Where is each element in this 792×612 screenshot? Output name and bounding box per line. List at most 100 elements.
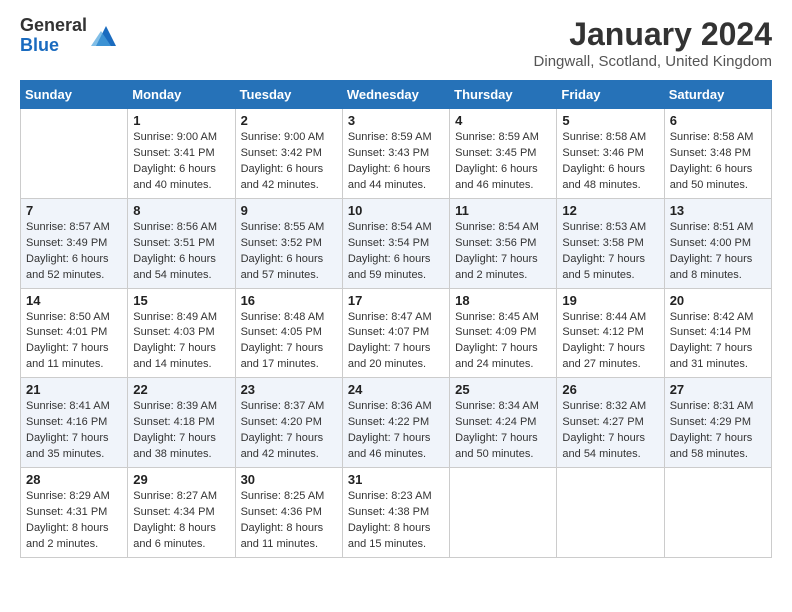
day-number: 28 [26, 472, 122, 487]
calendar-day-cell: 13 Sunrise: 8:51 AMSunset: 4:00 PMDayligh… [664, 198, 771, 288]
title-block: January 2024 Dingwall, Scotland, United … [534, 16, 772, 70]
day-info: Sunrise: 8:56 AMSunset: 3:51 PMDaylight:… [133, 220, 229, 284]
calendar-day-cell [21, 109, 128, 199]
day-number: 16 [241, 293, 337, 308]
day-number: 6 [670, 113, 766, 128]
day-number: 9 [241, 203, 337, 218]
calendar-day-cell: 1Sunrise: 9:00 AMSunset: 3:41 PMDaylight… [128, 109, 235, 199]
calendar-day-cell: 10 Sunrise: 8:54 AMSunset: 3:54 PMDayligh… [342, 198, 449, 288]
day-number: 8 [133, 203, 229, 218]
day-number: 17 [348, 293, 444, 308]
day-number: 19 [562, 293, 658, 308]
calendar-day-cell: 2 Sunrise: 9:00 AMSunset: 3:42 PMDaylight… [235, 109, 342, 199]
day-number: 13 [670, 203, 766, 218]
day-number: 20 [670, 293, 766, 308]
calendar-day-cell: 28 Sunrise: 8:29 AMSunset: 4:31 PMDayligh… [21, 468, 128, 558]
day-info: Sunrise: 8:51 AMSunset: 4:00 PMDaylight:… [670, 220, 766, 284]
day-number: 1 [133, 113, 229, 128]
day-number: 30 [241, 472, 337, 487]
day-number: 21 [26, 382, 122, 397]
calendar-day-cell: 5 Sunrise: 8:58 AMSunset: 3:46 PMDaylight… [557, 109, 664, 199]
day-info: Sunrise: 8:47 AMSunset: 4:07 PMDaylight:… [348, 310, 444, 374]
calendar-day-cell: 4Sunrise: 8:59 AMSunset: 3:45 PMDaylight… [450, 109, 557, 199]
calendar-day-cell [557, 468, 664, 558]
day-number: 23 [241, 382, 337, 397]
day-number: 31 [348, 472, 444, 487]
calendar-week-row: 7 Sunrise: 8:57 AMSunset: 3:49 PMDaylight… [21, 198, 772, 288]
calendar-day-cell: 17 Sunrise: 8:47 AMSunset: 4:07 PMDayligh… [342, 288, 449, 378]
calendar-week-row: 1Sunrise: 9:00 AMSunset: 3:41 PMDaylight… [21, 109, 772, 199]
calendar-day-cell: 20 Sunrise: 8:42 AMSunset: 4:14 PMDayligh… [664, 288, 771, 378]
calendar-day-cell: 18 Sunrise: 8:45 AMSunset: 4:09 PMDayligh… [450, 288, 557, 378]
calendar-week-row: 28 Sunrise: 8:29 AMSunset: 4:31 PMDayligh… [21, 468, 772, 558]
day-info: Sunrise: 8:41 AMSunset: 4:16 PMDaylight:… [26, 399, 122, 463]
day-info: Sunrise: 9:00 AMSunset: 3:42 PMDaylight:… [241, 130, 337, 194]
day-info: Sunrise: 8:32 AMSunset: 4:27 PMDaylight:… [562, 399, 658, 463]
day-info: Sunrise: 8:27 AMSunset: 4:34 PMDaylight:… [133, 489, 229, 553]
weekday-header-row: SundayMondayTuesdayWednesdayThursdayFrid… [21, 81, 772, 109]
weekday-header-tuesday: Tuesday [235, 81, 342, 109]
month-title: January 2024 [534, 16, 772, 53]
day-info: Sunrise: 8:54 AMSunset: 3:54 PMDaylight:… [348, 220, 444, 284]
day-info: Sunrise: 8:55 AMSunset: 3:52 PMDaylight:… [241, 220, 337, 284]
calendar-day-cell: 11 Sunrise: 8:54 AMSunset: 3:56 PMDayligh… [450, 198, 557, 288]
logo-general-text: General [20, 15, 87, 35]
day-number: 14 [26, 293, 122, 308]
calendar-table: SundayMondayTuesdayWednesdayThursdayFrid… [20, 80, 772, 558]
day-info: Sunrise: 8:57 AMSunset: 3:49 PMDaylight:… [26, 220, 122, 284]
calendar-day-cell [664, 468, 771, 558]
calendar-day-cell: 14 Sunrise: 8:50 AMSunset: 4:01 PMDayligh… [21, 288, 128, 378]
weekday-header-friday: Friday [557, 81, 664, 109]
day-info: Sunrise: 8:48 AMSunset: 4:05 PMDaylight:… [241, 310, 337, 374]
day-number: 27 [670, 382, 766, 397]
day-info: Sunrise: 8:29 AMSunset: 4:31 PMDaylight:… [26, 489, 122, 553]
day-info: Sunrise: 8:54 AMSunset: 3:56 PMDaylight:… [455, 220, 551, 284]
day-number: 10 [348, 203, 444, 218]
day-number: 15 [133, 293, 229, 308]
day-number: 11 [455, 203, 551, 218]
day-info: Sunrise: 8:58 AMSunset: 3:48 PMDaylight:… [670, 130, 766, 194]
day-info: Sunrise: 8:49 AMSunset: 4:03 PMDaylight:… [133, 310, 229, 374]
weekday-header-saturday: Saturday [664, 81, 771, 109]
day-info: Sunrise: 8:34 AMSunset: 4:24 PMDaylight:… [455, 399, 551, 463]
calendar-day-cell: 3Sunrise: 8:59 AMSunset: 3:43 PMDaylight… [342, 109, 449, 199]
day-number: 24 [348, 382, 444, 397]
calendar-day-cell: 8 Sunrise: 8:56 AMSunset: 3:51 PMDaylight… [128, 198, 235, 288]
day-info: Sunrise: 8:31 AMSunset: 4:29 PMDaylight:… [670, 399, 766, 463]
day-number: 4 [455, 113, 551, 128]
day-number: 7 [26, 203, 122, 218]
day-number: 18 [455, 293, 551, 308]
weekday-header-wednesday: Wednesday [342, 81, 449, 109]
day-info: Sunrise: 8:36 AMSunset: 4:22 PMDaylight:… [348, 399, 444, 463]
logo-blue-text: Blue [20, 35, 59, 55]
day-info: Sunrise: 8:50 AMSunset: 4:01 PMDaylight:… [26, 310, 122, 374]
weekday-header-thursday: Thursday [450, 81, 557, 109]
day-number: 5 [562, 113, 658, 128]
calendar-day-cell: 23 Sunrise: 8:37 AMSunset: 4:20 PMDayligh… [235, 378, 342, 468]
day-info: Sunrise: 8:37 AMSunset: 4:20 PMDaylight:… [241, 399, 337, 463]
calendar-day-cell: 26Sunrise: 8:32 AMSunset: 4:27 PMDayligh… [557, 378, 664, 468]
day-info: Sunrise: 8:39 AMSunset: 4:18 PMDaylight:… [133, 399, 229, 463]
calendar-day-cell: 6 Sunrise: 8:58 AMSunset: 3:48 PMDaylight… [664, 109, 771, 199]
day-number: 3 [348, 113, 444, 128]
day-number: 25 [455, 382, 551, 397]
day-info: Sunrise: 8:23 AMSunset: 4:38 PMDaylight:… [348, 489, 444, 553]
calendar-day-cell: 24 Sunrise: 8:36 AMSunset: 4:22 PMDayligh… [342, 378, 449, 468]
location: Dingwall, Scotland, United Kingdom [534, 53, 772, 70]
day-info: Sunrise: 8:58 AMSunset: 3:46 PMDaylight:… [562, 130, 658, 194]
calendar-day-cell [450, 468, 557, 558]
calendar-day-cell: 16 Sunrise: 8:48 AMSunset: 4:05 PMDayligh… [235, 288, 342, 378]
page-header: General Blue January 2024 Dingwall, Scot… [20, 16, 772, 70]
weekday-header-sunday: Sunday [21, 81, 128, 109]
calendar-day-cell: 7 Sunrise: 8:57 AMSunset: 3:49 PMDaylight… [21, 198, 128, 288]
calendar-day-cell: 25 Sunrise: 8:34 AMSunset: 4:24 PMDayligh… [450, 378, 557, 468]
calendar-day-cell: 31 Sunrise: 8:23 AMSunset: 4:38 PMDayligh… [342, 468, 449, 558]
calendar-day-cell: 30Sunrise: 8:25 AMSunset: 4:36 PMDayligh… [235, 468, 342, 558]
logo: General Blue [20, 16, 121, 56]
calendar-day-cell: 21 Sunrise: 8:41 AMSunset: 4:16 PMDayligh… [21, 378, 128, 468]
calendar-day-cell: 15 Sunrise: 8:49 AMSunset: 4:03 PMDayligh… [128, 288, 235, 378]
day-info: Sunrise: 8:42 AMSunset: 4:14 PMDaylight:… [670, 310, 766, 374]
day-info: Sunrise: 8:53 AMSunset: 3:58 PMDaylight:… [562, 220, 658, 284]
day-number: 2 [241, 113, 337, 128]
day-info: Sunrise: 8:45 AMSunset: 4:09 PMDaylight:… [455, 310, 551, 374]
